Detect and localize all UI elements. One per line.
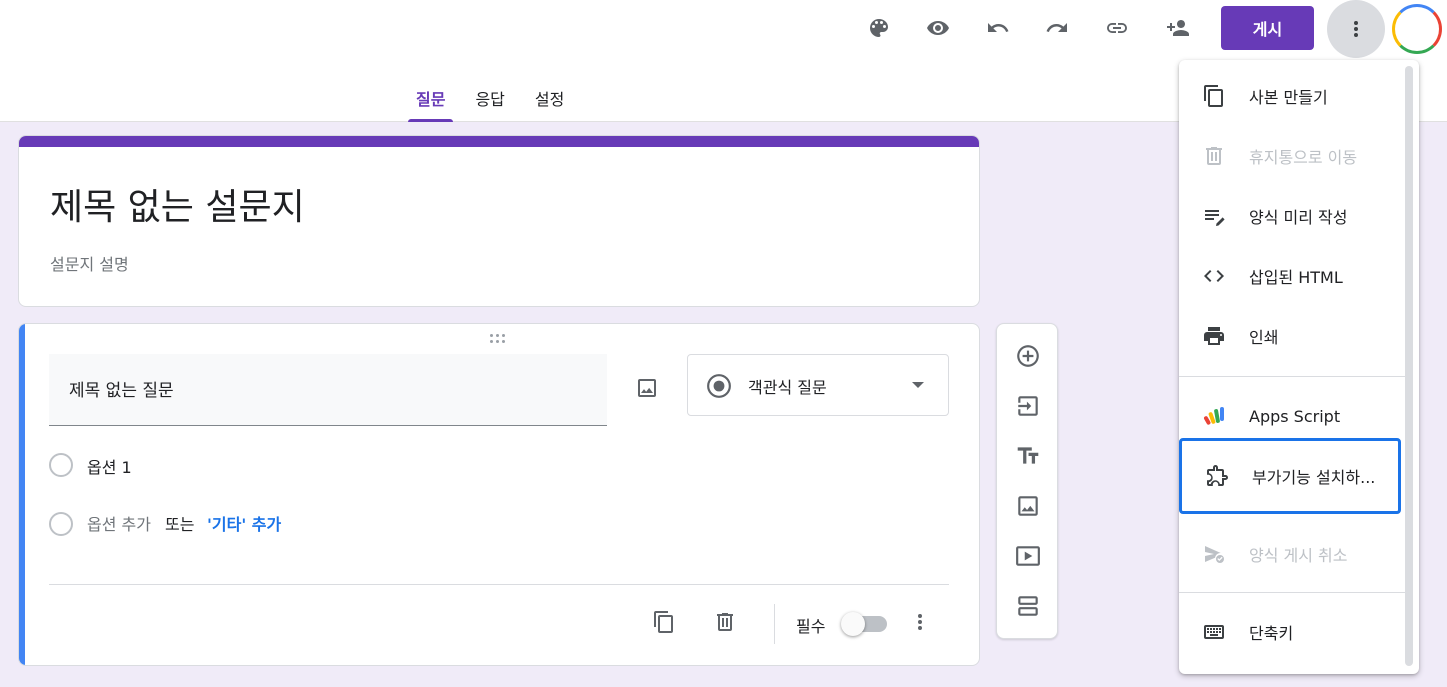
publish-button[interactable]: 게시 bbox=[1221, 6, 1314, 50]
delete-icon[interactable] bbox=[705, 602, 745, 642]
form-title-card[interactable]: 제목 없는 설문지 설문지 설명 bbox=[18, 135, 980, 307]
add-other-link[interactable]: '기타' 추가 bbox=[207, 511, 281, 535]
add-collaborator-icon[interactable] bbox=[1158, 8, 1198, 48]
puzzle-icon bbox=[1204, 463, 1230, 489]
menu-item-label: 양식 게시 취소 bbox=[1249, 546, 1348, 565]
redo-icon[interactable] bbox=[1037, 8, 1077, 48]
menu-item-label: 양식 미리 작성 bbox=[1249, 208, 1348, 227]
menu-item-label: 부가기능 설치하... bbox=[1252, 468, 1376, 487]
menu-item-embed-html[interactable]: 삽입된 HTML bbox=[1179, 246, 1405, 306]
add-option-input[interactable]: 옵션 추가 bbox=[87, 511, 151, 535]
option-radio bbox=[49, 453, 73, 477]
link-icon[interactable] bbox=[1097, 8, 1137, 48]
add-title-icon[interactable] bbox=[1008, 436, 1048, 476]
drag-handle-icon[interactable] bbox=[490, 332, 512, 346]
menu-item-keyboard-shortcuts[interactable]: 단축키 bbox=[1179, 602, 1405, 662]
add-image-icon[interactable] bbox=[627, 368, 667, 408]
chevron-down-icon bbox=[912, 382, 924, 388]
prefill-icon bbox=[1201, 203, 1227, 229]
menu-divider bbox=[1179, 376, 1405, 377]
menu-item-print[interactable]: 인쇄 bbox=[1179, 306, 1405, 366]
title-accent-bar bbox=[19, 136, 979, 147]
duplicate-icon[interactable] bbox=[644, 602, 684, 642]
copy-icon bbox=[1201, 83, 1227, 109]
undo-icon[interactable] bbox=[978, 8, 1018, 48]
tab-responses[interactable]: 응답 bbox=[467, 78, 512, 122]
form-title[interactable]: 제목 없는 설문지 bbox=[50, 178, 305, 230]
footer-vertical-divider bbox=[774, 604, 775, 644]
more-options-menu: 사본 만들기 휴지통으로 이동 양식 미리 작성 삽입된 HTML 인쇄 App… bbox=[1179, 60, 1419, 674]
print-icon bbox=[1201, 323, 1227, 349]
radio-checked-icon bbox=[707, 374, 731, 398]
tab-settings[interactable]: 설정 bbox=[527, 78, 572, 122]
keyboard-icon bbox=[1201, 619, 1227, 645]
trash-icon bbox=[1201, 143, 1227, 169]
menu-item-label: 휴지통으로 이동 bbox=[1249, 148, 1358, 167]
import-questions-icon[interactable] bbox=[1008, 386, 1048, 426]
add-question-icon[interactable] bbox=[1008, 336, 1048, 376]
question-more-icon[interactable] bbox=[900, 602, 940, 642]
active-question-bar bbox=[19, 324, 25, 665]
menu-item-make-copy[interactable]: 사본 만들기 bbox=[1179, 66, 1405, 126]
floating-toolbar bbox=[996, 323, 1058, 639]
avatar[interactable] bbox=[1392, 4, 1442, 54]
apps-script-icon bbox=[1201, 403, 1227, 429]
option-radio-add bbox=[49, 512, 73, 536]
menu-item-get-addons[interactable]: 부가기능 설치하... bbox=[1179, 438, 1401, 514]
required-label: 필수 bbox=[796, 617, 826, 636]
question-type-label: 객관식 질문 bbox=[748, 378, 827, 397]
menu-item-unpublish: 양식 게시 취소 bbox=[1179, 524, 1405, 584]
add-section-icon[interactable] bbox=[1008, 586, 1048, 626]
or-label: 또는 bbox=[165, 515, 195, 534]
option-1-input[interactable]: 옵션 1 bbox=[87, 454, 132, 478]
menu-item-label: 사본 만들기 bbox=[1249, 88, 1328, 107]
add-image-icon[interactable] bbox=[1008, 486, 1048, 526]
menu-item-label: 인쇄 bbox=[1249, 328, 1279, 347]
more-vert-icon[interactable] bbox=[1327, 0, 1385, 58]
menu-item-apps-script[interactable]: Apps Script bbox=[1179, 386, 1405, 446]
preview-eye-icon[interactable] bbox=[918, 8, 958, 48]
required-toggle[interactable] bbox=[841, 612, 865, 636]
menu-item-label: Apps Script bbox=[1249, 406, 1341, 426]
unpublish-icon bbox=[1201, 541, 1227, 567]
menu-item-prefill-form[interactable]: 양식 미리 작성 bbox=[1179, 186, 1405, 246]
tab-bar: 질문 응답 설정 bbox=[408, 78, 586, 122]
question-type-select[interactable]: 객관식 질문 bbox=[687, 354, 949, 416]
menu-divider bbox=[1179, 592, 1405, 593]
menu-item-label: 삽입된 HTML bbox=[1249, 268, 1343, 287]
form-description[interactable]: 설문지 설명 bbox=[50, 251, 129, 275]
question-card[interactable]: 제목 없는 질문 객관식 질문 옵션 1 옵션 추가 또는 '기타' 추가 필수 bbox=[18, 323, 980, 666]
code-icon bbox=[1201, 263, 1227, 289]
menu-item-move-to-trash: 휴지통으로 이동 bbox=[1179, 126, 1405, 186]
footer-divider bbox=[49, 584, 949, 585]
question-title-input[interactable]: 제목 없는 질문 bbox=[49, 354, 607, 426]
palette-icon[interactable] bbox=[859, 8, 899, 48]
menu-scrollbar[interactable] bbox=[1405, 66, 1413, 666]
add-video-icon[interactable] bbox=[1008, 536, 1048, 576]
menu-item-label: 단축키 bbox=[1249, 624, 1294, 643]
tab-questions[interactable]: 질문 bbox=[408, 78, 454, 122]
